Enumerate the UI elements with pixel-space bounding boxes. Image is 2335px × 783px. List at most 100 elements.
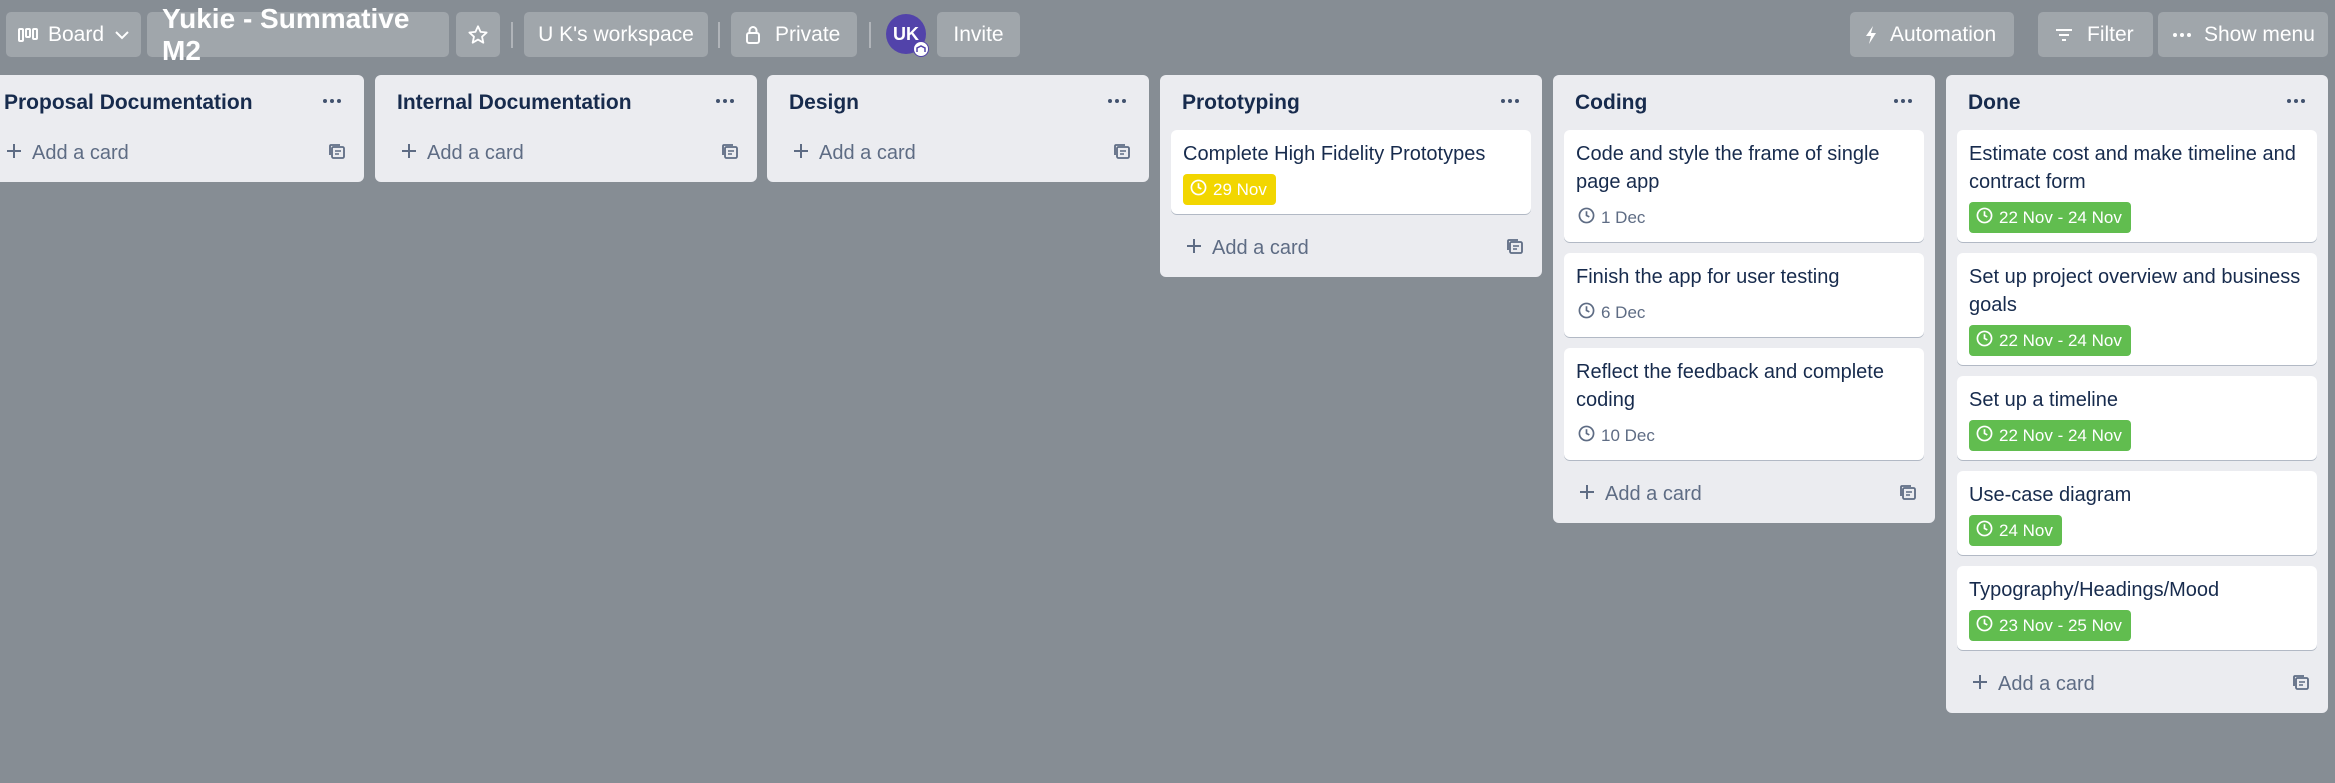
due-date-badge[interactable]: 22 Nov - 24 Nov [1969,420,2131,451]
add-card-row: Add a card [1160,225,1542,271]
card[interactable]: Reflect the feedback and complete coding… [1564,348,1924,460]
card[interactable]: Use-case diagram 24 Nov [1957,471,2317,555]
list-internal-documentation: Internal Documentation Add a card [375,75,757,182]
automation-button[interactable]: Automation [1850,12,2014,57]
card-title: Typography/Headings/Mood [1969,579,2220,601]
card-title: Complete High Fidelity Prototypes [1183,143,1486,165]
add-card-button[interactable]: Add a card [401,136,524,170]
clock-icon [1190,179,1207,201]
add-card-row: Add a card [1553,471,1935,517]
add-card-row: Add a card [767,130,1149,176]
due-date-badge[interactable]: 1 Dec [1576,202,1654,233]
list-proposal-documentation: Proposal Documentation Add a card [0,75,364,182]
list-title[interactable]: Prototyping [1182,91,1300,115]
list-header: Coding [1553,75,1935,130]
list-title[interactable]: Done [1968,91,2021,115]
clock-icon [1976,330,1993,352]
card[interactable]: Code and style the frame of single page … [1564,130,1924,242]
card-template-icon[interactable] [1113,143,1131,166]
card[interactable]: Set up project overview and business goa… [1957,253,2317,365]
card[interactable]: Complete High Fidelity Prototypes 29 Nov [1171,130,1531,214]
chevron-down-icon [114,30,130,40]
add-card-button[interactable]: Add a card [1186,231,1309,265]
list-title[interactable]: Internal Documentation [397,91,632,115]
add-card-row: Add a card [375,130,757,176]
topbar-divider [511,22,513,48]
admin-badge-icon [913,41,929,57]
clock-icon [1976,520,1993,542]
due-date-badge[interactable]: 6 Dec [1576,297,1654,328]
filter-button[interactable]: Filter [2038,12,2153,57]
star-board-button[interactable] [456,12,500,57]
card[interactable]: Typography/Headings/Mood 23 Nov - 25 Nov [1957,566,2317,650]
list-title[interactable]: Design [789,91,859,115]
add-card-row: Add a card [0,130,364,176]
clock-icon [1976,615,1993,637]
plus-icon [1579,483,1595,506]
due-date-badge[interactable]: 29 Nov [1183,174,1276,205]
plus-icon [1186,237,1202,260]
card[interactable]: Finish the app for user testing 6 Dec [1564,253,1924,337]
list-header: Proposal Documentation [0,75,364,130]
clock-icon [1976,425,1993,447]
list-title[interactable]: Proposal Documentation [4,91,253,115]
filter-icon [2055,28,2073,42]
lightning-icon [1864,25,1878,45]
card-title: Code and style the frame of single page … [1576,143,1880,193]
list-done: Done Estimate cost and make timeline and… [1946,75,2328,713]
plus-icon [6,142,22,165]
card[interactable]: Set up a timeline 22 Nov - 24 Nov [1957,376,2317,460]
list-menu-button[interactable] [1099,87,1135,115]
add-card-row: Add a card [1946,661,2328,707]
list-menu-button[interactable] [1885,87,1921,115]
list-menu-button[interactable] [707,87,743,115]
board-icon [18,27,38,43]
add-card-button[interactable]: Add a card [1579,477,1702,511]
card-template-icon[interactable] [1899,484,1917,507]
clock-icon [1578,425,1595,447]
card-template-icon[interactable] [721,143,739,166]
card-template-icon[interactable] [328,143,346,166]
topbar-divider [869,22,871,48]
list-menu-button[interactable] [1492,87,1528,115]
visibility-button[interactable]: Private [731,12,857,57]
card-template-icon[interactable] [2292,674,2310,697]
card-title: Set up project overview and business goa… [1969,266,2301,316]
due-date-badge[interactable]: 10 Dec [1576,420,1664,451]
due-date-badge[interactable]: 24 Nov [1969,515,2062,546]
lock-icon [745,25,761,45]
show-menu-button[interactable]: Show menu [2158,12,2328,57]
invite-button[interactable]: Invite [937,12,1020,57]
plus-icon [1972,673,1988,696]
star-icon [467,24,489,46]
card-title: Set up a timeline [1969,389,2118,411]
list-menu-button[interactable] [2278,87,2314,115]
add-card-button[interactable]: Add a card [1972,667,2095,701]
due-date-badge[interactable]: 22 Nov - 24 Nov [1969,325,2131,356]
due-date-badge[interactable]: 22 Nov - 24 Nov [1969,202,2131,233]
board-title[interactable]: Yukie - Summative M2 [147,3,449,66]
clock-icon [1976,207,1993,229]
add-card-button[interactable]: Add a card [6,136,129,170]
card-template-icon[interactable] [1506,238,1524,261]
plus-icon [401,142,417,165]
board-view-switcher[interactable]: Board [6,12,141,57]
card-title: Use-case diagram [1969,484,2132,506]
add-card-button[interactable]: Add a card [793,136,916,170]
list-header: Internal Documentation [375,75,757,130]
card[interactable]: Estimate cost and make timeline and cont… [1957,130,2317,242]
list-header: Prototyping [1160,75,1542,130]
list-design: Design Add a card [767,75,1149,182]
list-prototyping: Prototyping Complete High Fidelity Proto… [1160,75,1542,277]
workspace-button[interactable]: U K's workspace [524,12,708,57]
list-title[interactable]: Coding [1575,91,1647,115]
list-menu-button[interactable] [314,87,350,115]
due-date-badge[interactable]: 23 Nov - 25 Nov [1969,610,2131,641]
member-avatar[interactable]: UK [886,14,929,57]
topbar-divider [718,22,720,48]
list-coding: Coding Code and style the frame of singl… [1553,75,1935,523]
card-title: Finish the app for user testing [1576,266,1840,288]
list-header: Done [1946,75,2328,130]
card-title: Estimate cost and make timeline and cont… [1969,143,2296,193]
clock-icon [1578,302,1595,324]
